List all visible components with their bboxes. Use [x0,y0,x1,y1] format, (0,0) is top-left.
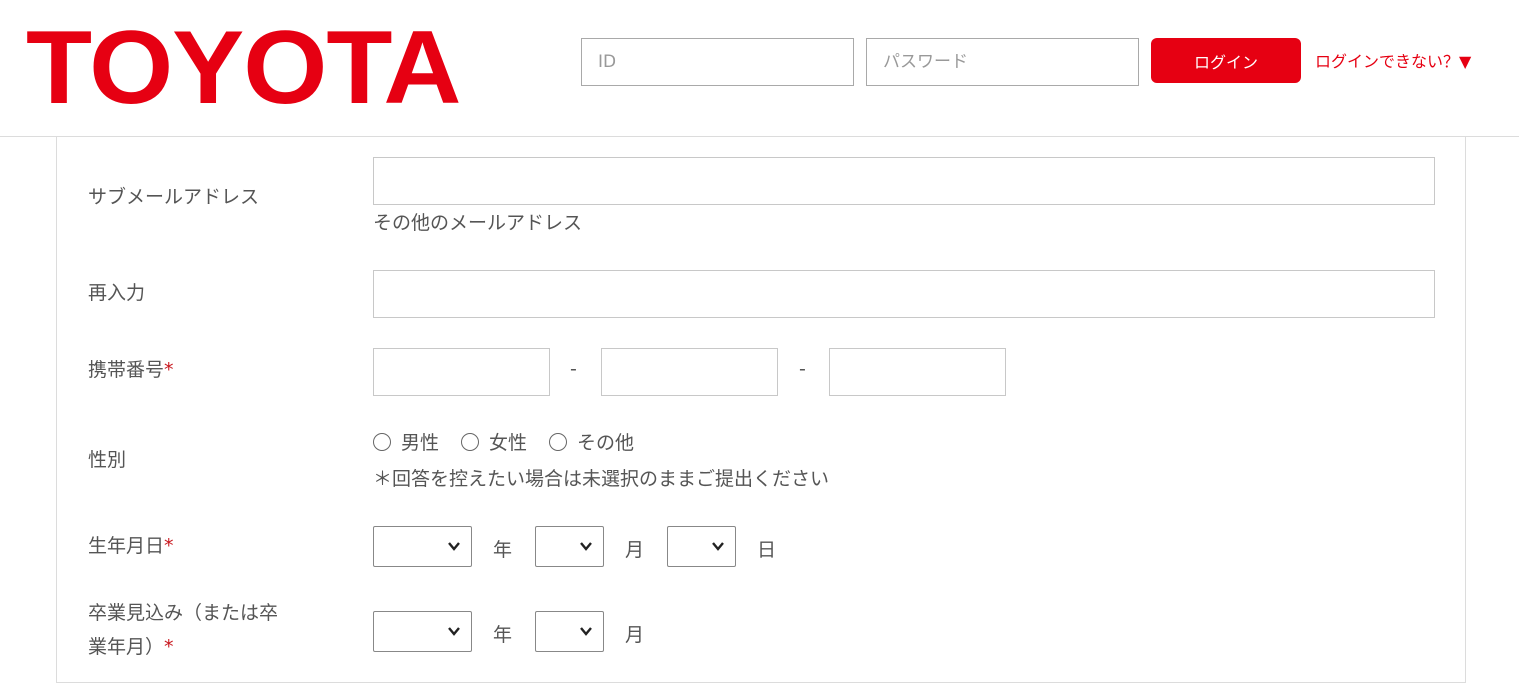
graduation-label: 卒業見込み（または卒 業年月）* [88,596,278,664]
sub-email-input[interactable] [373,157,1435,205]
mobile-label: 携帯番号* [88,353,174,387]
gender-option-other[interactable]: その他 [549,428,634,455]
birthdate-label-text: 生年月日 [88,535,165,557]
radio-button[interactable] [461,432,480,451]
month-unit: 月 [625,539,645,561]
sub-email-note: その他のメールアドレス [373,212,583,234]
mobile-part1-input[interactable] [373,348,550,396]
reenter-label: 再入力 [88,282,146,304]
login-button[interactable]: ログイン [1151,38,1301,83]
month-unit: 月 [625,624,645,646]
graduation-label-line1: 卒業見込み（または卒 [88,602,279,624]
birth-day-select[interactable] [667,526,736,567]
gender-label: 性別 [88,449,127,471]
birthdate-label: 生年月日* [88,529,174,563]
required-mark: * [164,359,174,381]
gender-option-label: その他 [577,432,635,454]
graduation-month-select[interactable] [535,611,604,652]
gender-option-label: 男性 [401,432,440,454]
mobile-part3-input[interactable] [829,348,1006,396]
radio-button[interactable] [373,432,391,451]
birth-month-select[interactable] [535,526,604,567]
gender-note: ＊回答を控えたい場合は未選択のままご提出ください [373,468,830,490]
required-mark: * [164,636,174,658]
graduation-year-select[interactable] [373,611,472,652]
chevron-down-icon [448,542,460,551]
radio-button[interactable] [549,432,568,451]
day-unit: 日 [757,539,777,561]
reenter-email-input[interactable] [373,270,1435,318]
chevron-down-icon [448,627,460,636]
sub-email-label: サブメールアドレス [88,186,260,208]
year-unit: 年 [493,539,513,561]
mobile-part2-input[interactable] [601,348,778,396]
mobile-separator: - [570,358,577,380]
toyota-logo[interactable]: TOYOTA [26,16,461,120]
login-id-input[interactable] [581,38,854,86]
login-password-input[interactable] [866,38,1139,86]
gender-radio-group: 男性 女性 その他 [373,428,656,455]
birth-year-select[interactable] [373,526,472,567]
required-mark: * [164,535,174,557]
cant-login-link[interactable]: ログインできない？▼ [1315,48,1471,72]
chevron-down-icon [580,627,592,636]
graduation-label-line2: 業年月） [88,636,165,658]
chevron-down-icon [712,542,724,551]
gender-option-male[interactable]: 男性 [373,428,439,455]
site-header: TOYOTA ログイン ログインできない？▼ [0,0,1519,137]
mobile-separator: - [799,358,806,380]
gender-option-female[interactable]: 女性 [461,428,527,455]
year-unit: 年 [493,624,513,646]
gender-option-label: 女性 [489,432,528,454]
mobile-label-text: 携帯番号 [88,359,165,381]
graduation-label-line2-wrap: 業年月）* [88,630,278,664]
chevron-down-icon [580,542,592,551]
